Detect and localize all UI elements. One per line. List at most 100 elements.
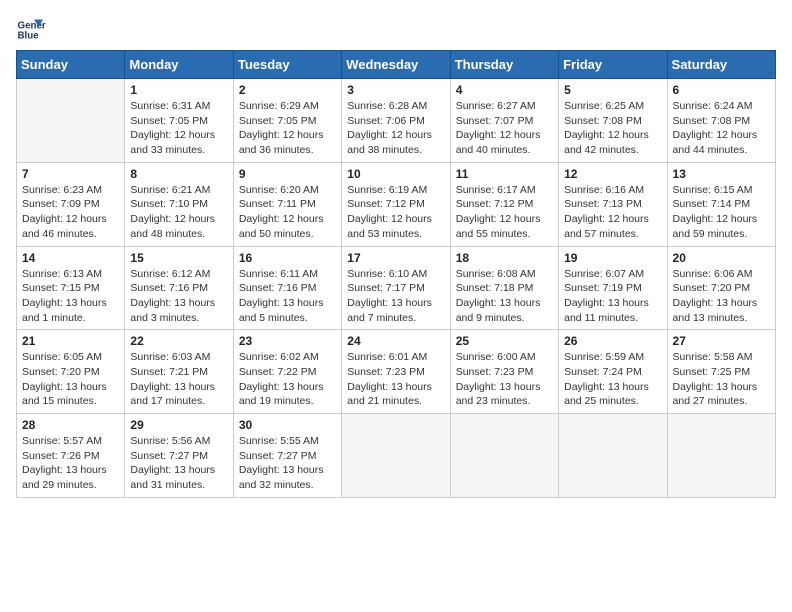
calendar-cell: 21 Sunrise: 6:05 AMSunset: 7:20 PMDayligh… <box>17 330 125 414</box>
calendar-cell: 8 Sunrise: 6:21 AMSunset: 7:10 PMDaylight… <box>125 162 233 246</box>
weekday-header-friday: Friday <box>559 51 667 79</box>
day-info: Sunrise: 6:16 AMSunset: 7:13 PMDaylight:… <box>564 183 661 242</box>
calendar-cell: 26 Sunrise: 5:59 AMSunset: 7:24 PMDayligh… <box>559 330 667 414</box>
day-number: 27 <box>673 334 770 348</box>
calendar-cell: 27 Sunrise: 5:58 AMSunset: 7:25 PMDayligh… <box>667 330 775 414</box>
calendar-cell: 6 Sunrise: 6:24 AMSunset: 7:08 PMDaylight… <box>667 79 775 163</box>
day-info: Sunrise: 6:27 AMSunset: 7:07 PMDaylight:… <box>456 99 553 158</box>
day-info: Sunrise: 6:25 AMSunset: 7:08 PMDaylight:… <box>564 99 661 158</box>
day-number: 1 <box>130 83 227 97</box>
day-number: 18 <box>456 251 553 265</box>
day-number: 7 <box>22 167 119 181</box>
calendar-cell: 10 Sunrise: 6:19 AMSunset: 7:12 PMDayligh… <box>342 162 450 246</box>
weekday-header-saturday: Saturday <box>667 51 775 79</box>
calendar-cell: 23 Sunrise: 6:02 AMSunset: 7:22 PMDayligh… <box>233 330 341 414</box>
day-number: 4 <box>456 83 553 97</box>
calendar-cell: 20 Sunrise: 6:06 AMSunset: 7:20 PMDayligh… <box>667 246 775 330</box>
day-info: Sunrise: 6:19 AMSunset: 7:12 PMDaylight:… <box>347 183 444 242</box>
day-info: Sunrise: 6:03 AMSunset: 7:21 PMDaylight:… <box>130 350 227 409</box>
calendar-cell: 2 Sunrise: 6:29 AMSunset: 7:05 PMDaylight… <box>233 79 341 163</box>
calendar-cell: 19 Sunrise: 6:07 AMSunset: 7:19 PMDayligh… <box>559 246 667 330</box>
calendar-cell: 29 Sunrise: 5:56 AMSunset: 7:27 PMDayligh… <box>125 414 233 498</box>
day-info: Sunrise: 6:10 AMSunset: 7:17 PMDaylight:… <box>347 267 444 326</box>
day-number: 8 <box>130 167 227 181</box>
day-number: 26 <box>564 334 661 348</box>
calendar-cell: 28 Sunrise: 5:57 AMSunset: 7:26 PMDayligh… <box>17 414 125 498</box>
calendar-cell <box>17 79 125 163</box>
logo: General Blue <box>16 16 50 44</box>
day-number: 12 <box>564 167 661 181</box>
day-info: Sunrise: 6:06 AMSunset: 7:20 PMDaylight:… <box>673 267 770 326</box>
calendar-cell: 22 Sunrise: 6:03 AMSunset: 7:21 PMDayligh… <box>125 330 233 414</box>
calendar-cell: 4 Sunrise: 6:27 AMSunset: 7:07 PMDaylight… <box>450 79 558 163</box>
calendar-cell: 16 Sunrise: 6:11 AMSunset: 7:16 PMDayligh… <box>233 246 341 330</box>
calendar-cell: 5 Sunrise: 6:25 AMSunset: 7:08 PMDaylight… <box>559 79 667 163</box>
weekday-header-tuesday: Tuesday <box>233 51 341 79</box>
calendar-cell: 9 Sunrise: 6:20 AMSunset: 7:11 PMDaylight… <box>233 162 341 246</box>
weekday-header-sunday: Sunday <box>17 51 125 79</box>
day-number: 11 <box>456 167 553 181</box>
day-number: 2 <box>239 83 336 97</box>
day-info: Sunrise: 6:07 AMSunset: 7:19 PMDaylight:… <box>564 267 661 326</box>
day-number: 15 <box>130 251 227 265</box>
day-info: Sunrise: 5:56 AMSunset: 7:27 PMDaylight:… <box>130 434 227 493</box>
calendar-cell: 11 Sunrise: 6:17 AMSunset: 7:12 PMDayligh… <box>450 162 558 246</box>
day-info: Sunrise: 6:11 AMSunset: 7:16 PMDaylight:… <box>239 267 336 326</box>
calendar-cell: 30 Sunrise: 5:55 AMSunset: 7:27 PMDayligh… <box>233 414 341 498</box>
calendar-cell: 13 Sunrise: 6:15 AMSunset: 7:14 PMDayligh… <box>667 162 775 246</box>
day-info: Sunrise: 6:13 AMSunset: 7:15 PMDaylight:… <box>22 267 119 326</box>
weekday-header-wednesday: Wednesday <box>342 51 450 79</box>
calendar-cell: 14 Sunrise: 6:13 AMSunset: 7:15 PMDayligh… <box>17 246 125 330</box>
day-info: Sunrise: 5:55 AMSunset: 7:27 PMDaylight:… <box>239 434 336 493</box>
day-number: 20 <box>673 251 770 265</box>
calendar-cell: 12 Sunrise: 6:16 AMSunset: 7:13 PMDayligh… <box>559 162 667 246</box>
logo-icon: General Blue <box>16 16 46 44</box>
day-number: 19 <box>564 251 661 265</box>
day-info: Sunrise: 6:21 AMSunset: 7:10 PMDaylight:… <box>130 183 227 242</box>
day-info: Sunrise: 5:57 AMSunset: 7:26 PMDaylight:… <box>22 434 119 493</box>
day-number: 24 <box>347 334 444 348</box>
day-info: Sunrise: 6:23 AMSunset: 7:09 PMDaylight:… <box>22 183 119 242</box>
day-number: 29 <box>130 418 227 432</box>
calendar-cell: 18 Sunrise: 6:08 AMSunset: 7:18 PMDayligh… <box>450 246 558 330</box>
day-info: Sunrise: 6:20 AMSunset: 7:11 PMDaylight:… <box>239 183 336 242</box>
day-info: Sunrise: 6:17 AMSunset: 7:12 PMDaylight:… <box>456 183 553 242</box>
day-number: 30 <box>239 418 336 432</box>
calendar-cell: 17 Sunrise: 6:10 AMSunset: 7:17 PMDayligh… <box>342 246 450 330</box>
day-number: 21 <box>22 334 119 348</box>
day-number: 14 <box>22 251 119 265</box>
day-info: Sunrise: 6:00 AMSunset: 7:23 PMDaylight:… <box>456 350 553 409</box>
day-info: Sunrise: 6:12 AMSunset: 7:16 PMDaylight:… <box>130 267 227 326</box>
day-number: 6 <box>673 83 770 97</box>
day-info: Sunrise: 6:15 AMSunset: 7:14 PMDaylight:… <box>673 183 770 242</box>
calendar-cell <box>342 414 450 498</box>
day-info: Sunrise: 6:08 AMSunset: 7:18 PMDaylight:… <box>456 267 553 326</box>
calendar-cell <box>450 414 558 498</box>
day-number: 28 <box>22 418 119 432</box>
calendar-cell: 24 Sunrise: 6:01 AMSunset: 7:23 PMDayligh… <box>342 330 450 414</box>
day-info: Sunrise: 6:02 AMSunset: 7:22 PMDaylight:… <box>239 350 336 409</box>
svg-text:Blue: Blue <box>18 30 40 41</box>
day-number: 25 <box>456 334 553 348</box>
calendar-cell <box>667 414 775 498</box>
day-number: 9 <box>239 167 336 181</box>
day-number: 3 <box>347 83 444 97</box>
day-number: 22 <box>130 334 227 348</box>
day-number: 5 <box>564 83 661 97</box>
calendar-cell: 7 Sunrise: 6:23 AMSunset: 7:09 PMDaylight… <box>17 162 125 246</box>
day-info: Sunrise: 6:24 AMSunset: 7:08 PMDaylight:… <box>673 99 770 158</box>
day-info: Sunrise: 5:59 AMSunset: 7:24 PMDaylight:… <box>564 350 661 409</box>
calendar-cell: 15 Sunrise: 6:12 AMSunset: 7:16 PMDayligh… <box>125 246 233 330</box>
day-number: 16 <box>239 251 336 265</box>
day-number: 23 <box>239 334 336 348</box>
day-info: Sunrise: 6:29 AMSunset: 7:05 PMDaylight:… <box>239 99 336 158</box>
day-number: 10 <box>347 167 444 181</box>
day-number: 17 <box>347 251 444 265</box>
day-info: Sunrise: 6:28 AMSunset: 7:06 PMDaylight:… <box>347 99 444 158</box>
calendar-cell: 1Sunrise: 6:31 AMSunset: 7:05 PMDaylight… <box>125 79 233 163</box>
calendar-cell <box>559 414 667 498</box>
day-info: Sunrise: 5:58 AMSunset: 7:25 PMDaylight:… <box>673 350 770 409</box>
day-number: 13 <box>673 167 770 181</box>
day-info: Sunrise: 6:01 AMSunset: 7:23 PMDaylight:… <box>347 350 444 409</box>
day-info: Sunrise: 6:05 AMSunset: 7:20 PMDaylight:… <box>22 350 119 409</box>
